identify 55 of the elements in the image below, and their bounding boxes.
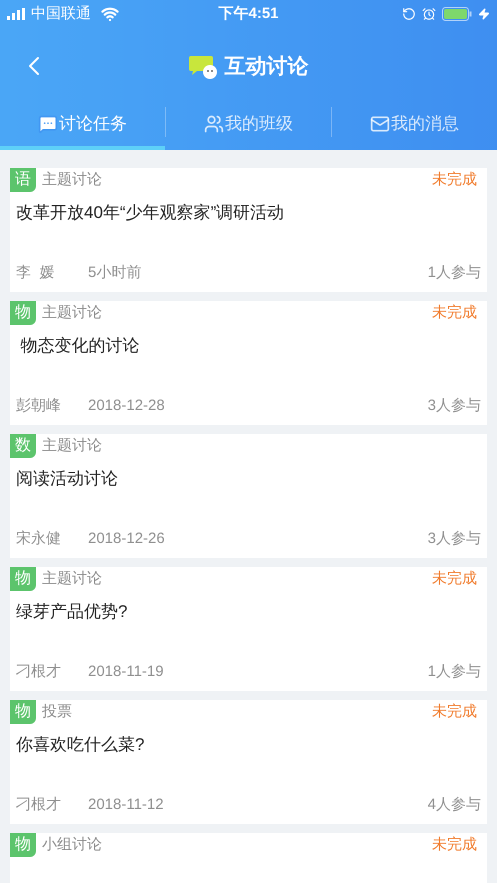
task-title: 绿芽产品优势? <box>16 601 128 623</box>
subject-tag: 物 <box>10 833 36 857</box>
participant-count: 1人参与 <box>428 262 481 282</box>
people-icon <box>204 114 224 134</box>
task-type: 主题讨论 <box>42 436 103 456</box>
participant-count: 4人参与 <box>428 794 481 814</box>
status-text: 未完成 <box>432 834 477 855</box>
post-time: 5小时前 <box>88 262 142 282</box>
post-time: 2018-12-28 <box>88 396 166 416</box>
rotation-lock-icon <box>402 7 416 21</box>
task-type: 投票 <box>42 702 73 722</box>
subject-tag: 物 <box>10 567 36 591</box>
task-title: 阅读活动讨论 <box>16 468 119 490</box>
author-name: 宋永健 <box>16 528 62 548</box>
carrier-text: 中国联通 <box>31 4 91 24</box>
post-time: 2018-11-19 <box>88 662 165 682</box>
participant-count: 3人参与 <box>428 396 481 416</box>
chat-icon <box>38 114 58 134</box>
task-type: 小组讨论 <box>42 834 103 855</box>
task-title: 改革开放40年“少年观察家”调研活动 <box>16 202 286 224</box>
signal-icon <box>7 8 27 20</box>
charging-icon <box>478 8 490 20</box>
page-title: 互动讨论 <box>224 54 308 80</box>
alarm-icon <box>422 7 436 21</box>
task-card[interactable]: 物 投票 未完成 你喜欢吃什么菜? 刁根才 2018-11-12 4人参与 <box>10 700 487 824</box>
post-time: 2018-11-12 <box>88 794 165 814</box>
status-text: 未完成 <box>432 702 477 722</box>
battery-icon <box>442 7 472 21</box>
status-text: 未完成 <box>432 302 477 323</box>
subject-tag: 物 <box>10 700 36 724</box>
task-type: 主题讨论 <box>42 170 103 190</box>
task-title: 你喜欢吃什么菜? <box>16 734 146 756</box>
subject-tag: 语 <box>10 168 36 192</box>
task-card[interactable]: 数 主题讨论 阅读活动讨论 宋永健 2018-12-26 3人参与 <box>10 434 487 558</box>
wifi-icon <box>101 5 119 23</box>
task-card[interactable]: 物 主题讨论 未完成 物态变化的讨论 彭朝峰 2018-12-28 3人参与 <box>10 301 487 425</box>
task-type: 主题讨论 <box>42 568 103 589</box>
mail-icon <box>370 114 390 134</box>
subject-tag: 物 <box>10 301 36 325</box>
participant-count: 1人参与 <box>428 662 481 682</box>
status-text: 未完成 <box>432 170 477 190</box>
author-name: 彭朝峰 <box>16 396 62 416</box>
author-name: 刁根才 <box>16 794 62 814</box>
post-time: 2018-12-26 <box>88 528 166 548</box>
task-card[interactable]: 语 主题讨论 未完成 改革开放40年“少年观察家”调研活动 李 媛 5小时前 1人参与 <box>10 168 487 292</box>
clock-text: 下午4:51 <box>218 4 279 24</box>
participant-count: 3人参与 <box>428 528 481 548</box>
subject-tag: 数 <box>10 434 36 458</box>
task-type: 主题讨论 <box>42 302 103 323</box>
author-name: 刁根才 <box>16 662 62 682</box>
chat-bubbles-icon <box>188 54 218 80</box>
task-card[interactable]: 物 主题讨论 未完成 绿芽产品优势? 刁根才 2018-11-19 1人参与 <box>10 567 487 691</box>
status-text: 未完成 <box>432 568 477 589</box>
author-name: 李 媛 <box>16 262 56 282</box>
task-title: 物态变化的讨论 <box>20 335 141 357</box>
